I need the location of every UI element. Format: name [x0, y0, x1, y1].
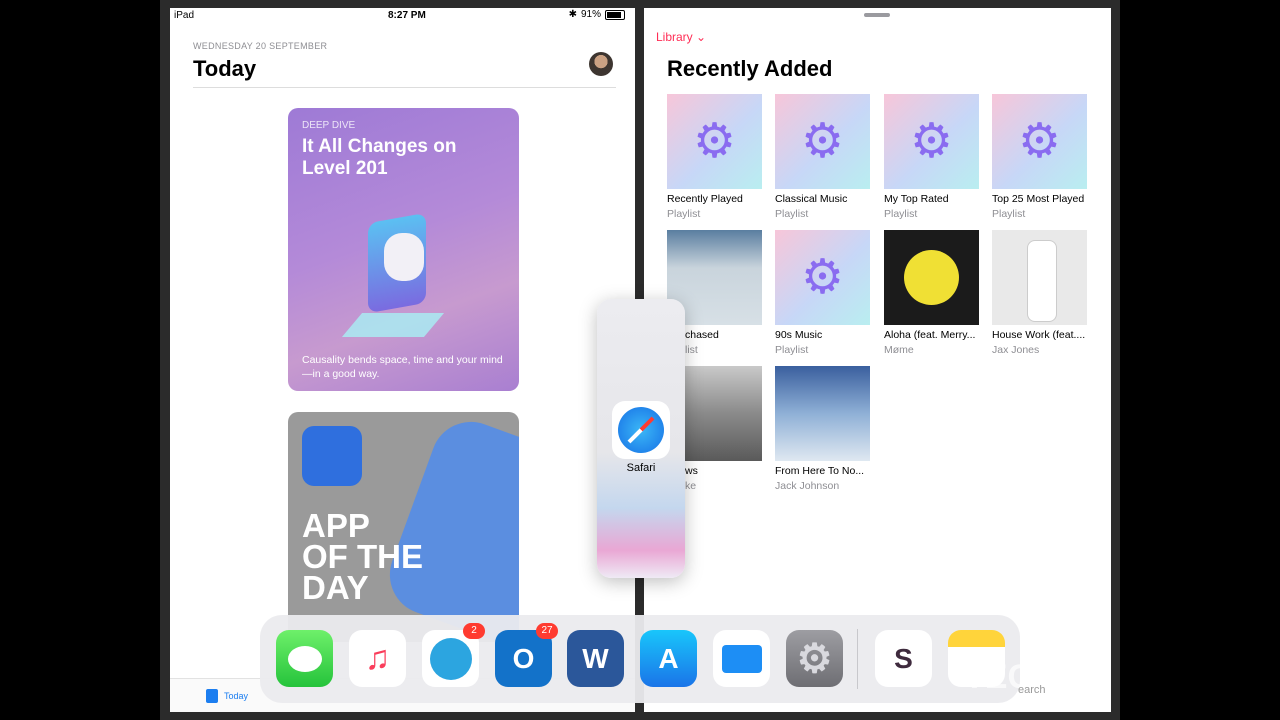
telegram-app-icon[interactable]: 2 [422, 623, 485, 687]
album-tile[interactable]: From Here To No... Jack Johnson [775, 366, 870, 492]
music-note-icon: ♫ [364, 639, 391, 677]
playlist-artwork: ⚙ [992, 94, 1087, 189]
library-button[interactable]: Library ⌄ [656, 30, 706, 44]
card-headline: It All Changes on Level 201 [302, 136, 457, 179]
today-tab-icon [206, 689, 218, 703]
today-date: WEDNESDAY 20 SEPTEMBER [193, 41, 328, 51]
gear-icon: ⚙ [909, 114, 954, 168]
bottle-artwork [1027, 240, 1057, 322]
album-tile[interactable]: ⚙ Recently Played Playlist [667, 94, 762, 220]
tile-title: House Work (feat.... [992, 329, 1086, 341]
tile-subtitle: Playlist [775, 344, 809, 356]
card-eyebrow: DEEP DIVE [302, 120, 356, 131]
folder-icon [713, 630, 770, 687]
search-tab-fragment: earch [1018, 684, 1046, 696]
album-artwork [775, 366, 870, 461]
word-app-icon[interactable]: W [567, 630, 624, 687]
tile-subtitle: Jack Johnson [775, 480, 840, 492]
settings-app-icon[interactable]: ⚙ [786, 630, 843, 687]
gear-icon: ⚙ [692, 114, 737, 168]
battery-indicator: ✱ 91% [569, 9, 625, 20]
status-bar: iPad 8:27 PM ✱ 91% [170, 8, 635, 30]
bluetooth-icon: ✱ [568, 9, 577, 20]
playlist-artwork: ⚙ [775, 94, 870, 189]
album-tile[interactable]: ⚙ 90s Music Playlist [775, 230, 870, 356]
slack-app-icon[interactable]: S [875, 630, 932, 687]
library-label: Library [656, 30, 693, 44]
slack-icon: S [894, 642, 913, 674]
album-tile[interactable]: House Work (feat.... Jax Jones [992, 230, 1087, 356]
notification-badge: 2 [463, 623, 485, 639]
gear-icon: ⚙ [796, 636, 833, 681]
safari-label: Safari [626, 462, 656, 474]
tab-today[interactable]: Today [206, 689, 248, 703]
album-tile[interactable]: ⚙ Classical Music Playlist [775, 94, 870, 220]
outlook-app-icon[interactable]: O 27 [495, 623, 558, 687]
clock: 8:27 PM [388, 10, 426, 21]
divider [193, 87, 616, 88]
tile-title: My Top Rated [884, 193, 949, 205]
tile-subtitle: Møme [884, 344, 914, 356]
app-of-the-day-card[interactable]: APP OF THE DAY [288, 412, 519, 642]
story-card-deep-dive[interactable]: DEEP DIVE It All Changes on Level 201 Ca… [288, 108, 519, 391]
app-of-the-day-label: APP OF THE DAY [302, 507, 423, 606]
tile-subtitle: Playlist [884, 208, 918, 220]
music-pane: Library ⌄ Recently Added ⚙ Recently Play… [644, 8, 1111, 712]
dock: ♫ 2 O 27 W A ⚙ S [260, 615, 1020, 703]
tile-subtitle: Playlist [775, 208, 809, 220]
notability-app-icon [302, 426, 362, 486]
app-store-pane: iPad 8:27 PM ✱ 91% WEDNESDAY 20 SEPTEMBE… [170, 8, 635, 712]
playlist-artwork: ⚙ [884, 94, 979, 189]
tile-title: Top 25 Most Played [992, 193, 1085, 205]
tab-today-label: Today [224, 691, 249, 701]
chevron-down-icon: ⌄ [696, 30, 707, 44]
album-artwork [884, 230, 979, 325]
files-app-icon[interactable] [713, 630, 770, 687]
sun-artwork [904, 250, 959, 305]
app-store-app-icon[interactable]: A [640, 630, 697, 687]
tile-title: Recently Played [667, 193, 743, 205]
slide-over-drag-preview[interactable]: Safari [597, 299, 685, 578]
account-avatar[interactable] [589, 52, 613, 76]
section-title: Recently Added [667, 56, 833, 81]
dock-separator [857, 629, 858, 689]
music-app-icon[interactable]: ♫ [349, 630, 406, 687]
compass-icon [618, 407, 664, 453]
album-tile[interactable]: Aloha (feat. Merry... Møme [884, 230, 979, 356]
playlist-artwork: ⚙ [775, 230, 870, 325]
tile-title: Classical Music [775, 193, 848, 205]
device-name: iPad [174, 10, 195, 21]
album-artwork [992, 230, 1087, 325]
album-tile[interactable]: ⚙ Top 25 Most Played Playlist [992, 94, 1087, 220]
tile-title: Aloha (feat. Merry... [884, 329, 976, 341]
battery-percent: 91% [580, 9, 601, 20]
battery-icon [605, 9, 625, 20]
platform-illustration [341, 313, 445, 337]
app-store-icon: A [658, 642, 679, 674]
notification-badge: 27 [536, 623, 558, 639]
playlist-artwork: ⚙ [667, 94, 762, 189]
album-tile[interactable]: ⚙ My Top Rated Playlist [884, 94, 979, 220]
messages-app-icon[interactable] [276, 630, 333, 687]
tile-subtitle: Jax Jones [992, 344, 1040, 356]
tile-subtitle: Playlist [992, 208, 1026, 220]
card-description: Causality bends space, time and your min… [302, 354, 503, 380]
page-title: Today [193, 56, 257, 81]
safari-app-icon[interactable] [612, 401, 670, 459]
word-icon: W [582, 642, 609, 674]
tile-title: 90s Music [775, 329, 823, 341]
gear-icon: ⚙ [1017, 114, 1062, 168]
chat-bubble-icon [276, 630, 333, 687]
tile-title: From Here To No... [775, 465, 865, 477]
gear-icon: ⚙ [800, 114, 845, 168]
astronaut-illustration [384, 233, 424, 281]
split-grabber[interactable] [864, 13, 890, 17]
tile-subtitle: Playlist [667, 208, 701, 220]
gear-icon: ⚙ [800, 250, 845, 304]
